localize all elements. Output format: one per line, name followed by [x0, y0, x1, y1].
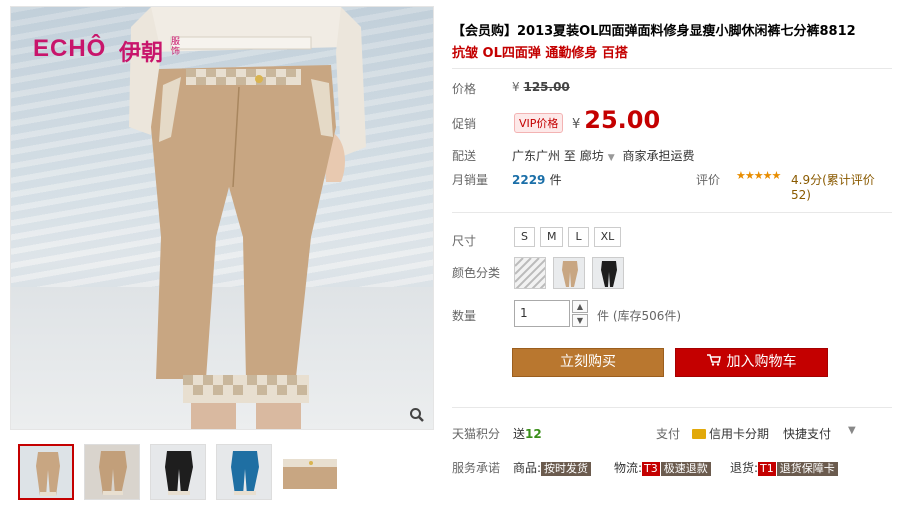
promo-price-value: 25.00: [584, 106, 661, 134]
divider: [452, 407, 892, 408]
vip-price-badge: VIP价格: [514, 113, 564, 133]
cart-icon: [706, 349, 721, 376]
monthly-sales: 2229 件: [512, 171, 562, 188]
quantity-label: 数量: [452, 309, 477, 323]
credit-installment-link[interactable]: 信用卡分期: [692, 425, 769, 442]
tmall-points-label: 天猫积分: [452, 427, 501, 441]
buy-now-button[interactable]: 立刻购买: [512, 348, 664, 377]
payment-label: 支付: [656, 427, 681, 441]
ship-destination: 廊坊: [579, 149, 604, 163]
color-swatch-khaki[interactable]: [552, 257, 585, 289]
color-swatch-pattern[interactable]: [514, 257, 546, 289]
rating-stars-icon: ★★★★★: [736, 169, 781, 182]
service-shipping-prefix: 商品:: [513, 461, 542, 475]
shipping-info: 广东广州 至 廊坊 ▼ 商家承担运费: [512, 147, 694, 164]
sales-unit: 件: [549, 173, 562, 187]
stock-unit: 件: [597, 309, 610, 323]
thumbnail-strip: [10, 444, 434, 500]
currency-symbol: ¥: [512, 80, 520, 94]
price-label: 价格: [452, 82, 477, 96]
size-options: S M L XL: [514, 227, 626, 247]
thumbnail-detail-waist[interactable]: [282, 444, 338, 500]
credit-installment-label: 信用卡分期: [709, 427, 770, 441]
quantity-down-arrow-icon[interactable]: ▼: [572, 314, 588, 327]
brand-logo-small: 服饰: [171, 37, 181, 57]
currency-symbol: ¥: [572, 117, 581, 132]
magnifier-icon[interactable]: [409, 407, 427, 425]
service-return[interactable]: 退货: T1 退货保障卡: [730, 459, 838, 476]
main-product-image[interactable]: ECHÔ 伊朝 服饰: [10, 6, 434, 430]
original-price: ¥ 125.00: [512, 80, 570, 94]
size-option-s[interactable]: S: [514, 227, 535, 247]
thumbnail-blue-front[interactable]: [216, 444, 272, 500]
service-refund-tag: 极速退款: [660, 462, 711, 476]
size-option-l[interactable]: L: [568, 227, 589, 247]
ship-destination-select[interactable]: 廊坊 ▼: [580, 149, 619, 163]
service-refund[interactable]: 物流: T3 极速退款: [614, 459, 711, 476]
brand-logo: ECHÔ: [33, 35, 107, 62]
color-label: 颜色分类: [452, 266, 501, 280]
divider: [452, 212, 892, 213]
service-return-tag: 退货保障卡: [776, 462, 838, 476]
size-label: 尺寸: [452, 234, 477, 248]
product-gallery: ECHÔ 伊朝 服饰: [10, 6, 434, 500]
stock-count: (库存506件): [612, 309, 682, 323]
service-refund-prefix: 物流:: [614, 461, 643, 475]
service-label: 服务承诺: [452, 461, 501, 475]
product-subtitle: 抗皱 OL四面弹 通勤修身 百搭: [452, 46, 628, 61]
stock-info: 件 (库存506件): [597, 307, 681, 324]
monthly-sales-label: 月销量: [452, 173, 489, 187]
shipping-fee: 商家承担运费: [622, 149, 695, 163]
promo-label: 促销: [452, 117, 477, 131]
sales-count: 2229: [512, 173, 546, 187]
points-prefix: 送: [513, 427, 526, 441]
service-return-prefix: 退货:: [730, 461, 759, 475]
product-info-panel: 【会员购】2013夏装OL四面弹面料修身显瘦小脚休闲裤七分裤8812 抗皱 OL…: [452, 0, 892, 505]
credit-card-icon: [692, 429, 706, 439]
thumbnail-khaki-side[interactable]: [84, 444, 140, 500]
size-option-xl[interactable]: XL: [593, 227, 622, 247]
add-to-cart-button[interactable]: 加入购物车: [675, 348, 828, 377]
service-refund-badge: T3: [642, 462, 660, 476]
service-shipping[interactable]: 商品: 按时发货: [513, 459, 592, 476]
original-price-value: 125.00: [523, 80, 570, 94]
brand-logo-cn: 伊朝: [119, 41, 164, 66]
size-option-m[interactable]: M: [539, 227, 564, 247]
quick-pay-link[interactable]: 快捷支付: [783, 425, 831, 442]
shipping-label: 配送: [452, 149, 477, 163]
points-value: 12: [525, 427, 542, 441]
add-to-cart-label: 加入购物车: [726, 354, 797, 370]
rating-label: 评价: [696, 173, 721, 187]
pants-illustration: [129, 7, 366, 429]
tmall-points: 送12: [513, 425, 542, 442]
ship-from: 广东广州: [512, 149, 561, 163]
color-options: [514, 257, 627, 289]
divider: [452, 68, 892, 69]
payment-more-caret-icon[interactable]: ▼: [848, 425, 856, 436]
promo-price: ¥25.00: [572, 106, 660, 134]
caret-down-icon: ▼: [607, 153, 615, 163]
quantity-up-arrow-icon[interactable]: ▲: [572, 300, 588, 313]
product-title: 【会员购】2013夏装OL四面弹面料修身显瘦小脚休闲裤七分裤8812: [452, 24, 856, 39]
quantity-input[interactable]: 1: [514, 300, 570, 327]
thumbnail-khaki-front[interactable]: [18, 444, 74, 500]
thumbnail-black-front[interactable]: [150, 444, 206, 500]
rating-summary-link[interactable]: 4.9分(累计评价52): [791, 171, 892, 202]
service-return-badge: T1: [758, 462, 776, 476]
color-swatch-black[interactable]: [591, 257, 624, 289]
ship-to-word: 至: [563, 149, 576, 163]
service-shipping-tag: 按时发货: [541, 462, 592, 476]
